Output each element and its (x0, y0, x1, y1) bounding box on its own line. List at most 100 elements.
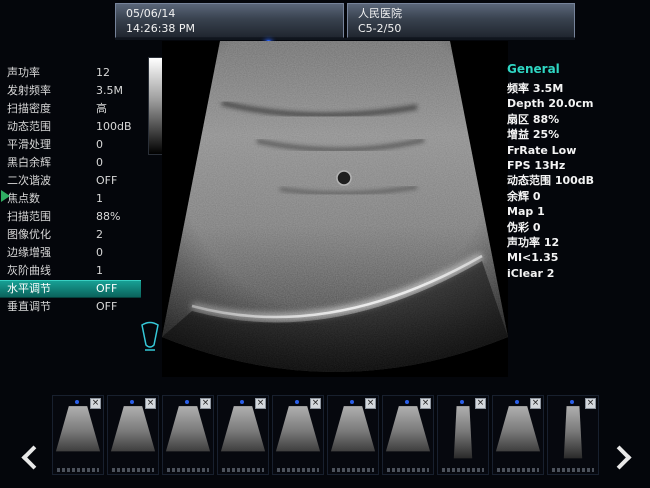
param-label: 灰阶曲线 (7, 262, 51, 280)
thumbnail-image (495, 405, 541, 463)
date-text: 05/06/14 (126, 6, 333, 21)
param-row-tx-frequency[interactable]: 发射频率 3.5M (0, 82, 141, 100)
param-row-acoustic-power[interactable]: 声功率 12 (0, 64, 141, 82)
thumbnail-caption (442, 468, 484, 472)
thumbnail[interactable]: × (162, 395, 214, 475)
param-row-smoothing[interactable]: 平滑处理 0 (0, 136, 141, 154)
param-row-second-harmonic[interactable]: 二次谐波 OFF (0, 172, 141, 190)
thumbnail-image (275, 405, 321, 463)
thumbnail-image (110, 405, 156, 463)
param-value: 88% (96, 208, 120, 226)
thumbnail-image (220, 405, 266, 463)
thumbnail-image (330, 405, 376, 463)
param-row-edge-enhance[interactable]: 边缘增强 0 (0, 244, 141, 262)
thumbnail[interactable]: × (492, 395, 544, 475)
param-value: 2 (96, 226, 103, 244)
info-iclear: iClear 2 (507, 266, 649, 281)
param-row-scan-density[interactable]: 扫描密度 高 (0, 100, 141, 118)
param-label: 垂直调节 (7, 298, 51, 316)
param-value: 0 (96, 244, 103, 262)
thumbnail-caption (222, 468, 264, 472)
info-persistence: 余辉 0 (507, 189, 649, 204)
body-marker-icon (138, 318, 162, 358)
thumbnail-close-button[interactable]: × (90, 398, 101, 409)
thumbnail-close-button[interactable]: × (310, 398, 321, 409)
thumbnail-image (55, 405, 101, 463)
thumbnail-caption (167, 468, 209, 472)
thumbnail-close-button[interactable]: × (365, 398, 376, 409)
marker-dot-icon (75, 400, 79, 404)
marker-dot-icon (405, 400, 409, 404)
param-row-scan-range[interactable]: 扫描范围 88% (0, 208, 141, 226)
ultrasound-ui: 05/06/14 14:26:38 PM 人民医院 C5-2/50 声功率 12… (0, 0, 650, 488)
param-row-horizontal-adjust-selected[interactable]: 水平调节 OFF (0, 280, 141, 298)
datetime-panel: 05/06/14 14:26:38 PM (115, 3, 344, 38)
thumbnail-image (440, 405, 486, 463)
marker-dot-icon (350, 400, 354, 404)
info-depth: Depth 20.0cm (507, 96, 649, 111)
thumbnail-close-button[interactable]: × (145, 398, 156, 409)
info-pseudo-color: 伪彩 0 (507, 220, 649, 235)
thumbnail-image (165, 405, 211, 463)
thumbnail[interactable]: × (217, 395, 269, 475)
hospital-name: 人民医院 (358, 6, 564, 21)
thumbnail-caption (112, 468, 154, 472)
param-row-focus-number[interactable]: 焦点数 1 (0, 190, 141, 208)
info-sector: 扇区 88% (507, 112, 649, 127)
thumbnail-close-button[interactable]: × (200, 398, 211, 409)
image-info-panel: General 频率 3.5M Depth 20.0cm 扇区 88% 增益 2… (507, 62, 649, 281)
marker-dot-icon (130, 400, 134, 404)
param-label: 焦点数 (7, 190, 40, 208)
probe-id: C5-2/50 (358, 21, 564, 36)
param-label: 动态范围 (7, 118, 51, 136)
tgc-arrow-icon (1, 190, 10, 202)
thumbnail[interactable]: × (382, 395, 434, 475)
param-label: 发射频率 (7, 82, 51, 100)
info-frequency: 频率 3.5M (507, 81, 649, 96)
thumbnail-close-button[interactable]: × (585, 398, 596, 409)
thumbnail-caption (552, 468, 594, 472)
info-dynamic-range: 动态范围 100dB (507, 173, 649, 188)
param-row-vertical-adjust[interactable]: 垂直调节 OFF (0, 298, 141, 316)
param-value: 3.5M (96, 82, 123, 100)
thumbnail-caption (57, 468, 99, 472)
param-label: 扫描范围 (7, 208, 51, 226)
param-value: 1 (96, 190, 103, 208)
thumbnail[interactable]: × (437, 395, 489, 475)
param-label: 图像优化 (7, 226, 51, 244)
thumbnail[interactable]: × (272, 395, 324, 475)
thumbnail[interactable]: × (327, 395, 379, 475)
param-value: 0 (96, 154, 103, 172)
thumbnail-close-button[interactable]: × (530, 398, 541, 409)
thumbnail-image (550, 405, 596, 463)
thumbnails-next-arrow-icon[interactable] (607, 445, 631, 469)
param-value: 12 (96, 64, 110, 82)
param-label: 二次谐波 (7, 172, 51, 190)
param-label: 黑白余辉 (7, 154, 51, 172)
thumbnail-strip: × × × × × × (52, 395, 599, 475)
thumbnail-close-button[interactable]: × (420, 398, 431, 409)
info-fps: FPS 13Hz (507, 158, 649, 173)
thumbnail-close-button[interactable]: × (475, 398, 486, 409)
marker-dot-icon (515, 400, 519, 404)
hospital-panel: 人民医院 C5-2/50 (347, 3, 575, 38)
thumbnail-caption (277, 468, 319, 472)
thumbnail[interactable]: × (547, 395, 599, 475)
param-row-image-optimize[interactable]: 图像优化 2 (0, 226, 141, 244)
param-row-bw-persistence[interactable]: 黑白余辉 0 (0, 154, 141, 172)
thumbnail-caption (332, 468, 374, 472)
marker-dot-icon (460, 400, 464, 404)
param-row-dynamic-range[interactable]: 动态范围 100dB (0, 118, 141, 136)
preset-title: General (507, 62, 649, 76)
param-row-gray-curve[interactable]: 灰阶曲线 1 (0, 262, 141, 280)
param-label: 扫描密度 (7, 100, 51, 118)
thumbnail[interactable]: × (107, 395, 159, 475)
info-mi: MI<1.35 (507, 250, 649, 265)
thumbnail-close-button[interactable]: × (255, 398, 266, 409)
grayscale-bar (148, 57, 163, 155)
param-label: 平滑处理 (7, 136, 51, 154)
time-text: 14:26:38 PM (126, 21, 333, 36)
thumbnail[interactable]: × (52, 395, 104, 475)
info-gain: 增益 25% (507, 127, 649, 142)
thumbnails-prev-arrow-icon[interactable] (21, 445, 45, 469)
